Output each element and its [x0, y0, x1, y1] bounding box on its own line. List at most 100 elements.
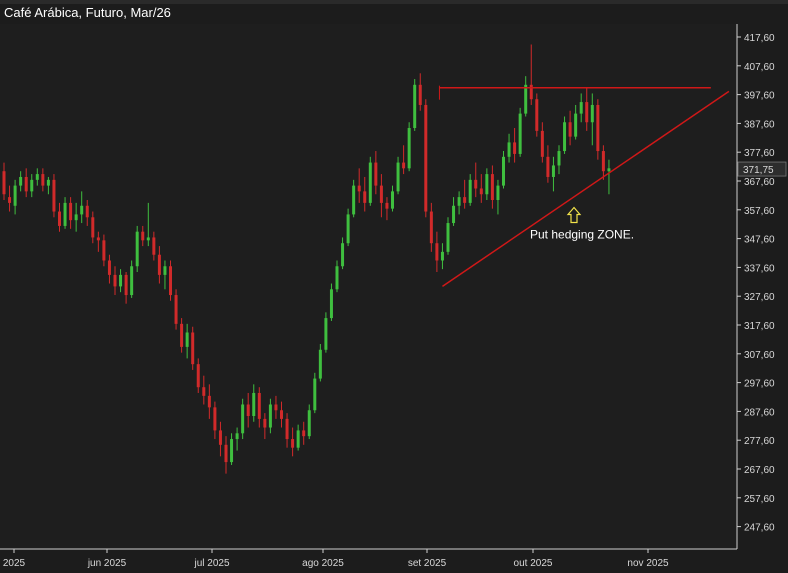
candle-body	[41, 174, 45, 186]
candle-body	[341, 243, 345, 267]
candle-body	[413, 84, 417, 129]
candle-body	[379, 185, 383, 203]
candle-body	[363, 191, 367, 203]
candle-body	[485, 174, 489, 195]
candle-body	[557, 151, 561, 166]
candle-body	[307, 410, 311, 437]
y-tick-label: 257,60	[744, 494, 775, 505]
candle-body	[452, 205, 456, 224]
candle-body	[396, 162, 400, 192]
candle-body	[102, 240, 106, 261]
y-tick-label: 307,60	[744, 350, 775, 361]
y-tick-label: 367,60	[744, 177, 775, 188]
candle-body	[207, 395, 211, 408]
candle-body	[13, 185, 17, 206]
y-tick-label: 337,60	[744, 263, 775, 274]
y-tick-label: 287,60	[744, 407, 775, 418]
hedging-arrow-icon	[566, 206, 582, 224]
candle-body	[69, 202, 73, 221]
candle-body	[479, 188, 483, 195]
candle-body	[163, 266, 167, 275]
x-tick-label: 2025	[3, 558, 26, 569]
candle-body	[274, 404, 278, 411]
candle-body	[402, 162, 406, 169]
candle-body	[291, 439, 295, 448]
candle-body	[302, 430, 306, 437]
candle-body	[551, 165, 555, 177]
candle-body	[502, 156, 505, 186]
candle-body	[513, 142, 517, 154]
candle-body	[574, 113, 578, 137]
candle-body	[35, 174, 39, 180]
candle-body	[2, 171, 6, 195]
candle-body	[58, 211, 61, 226]
candle-body	[424, 104, 428, 212]
candle-body	[257, 392, 261, 419]
candle-body	[346, 214, 350, 244]
candle-body	[535, 99, 539, 131]
candle-body	[490, 174, 494, 201]
candle-body	[418, 84, 422, 105]
candle-body	[119, 274, 123, 287]
candle-body	[85, 205, 89, 218]
candle-body	[96, 237, 100, 241]
last-price-label: 371,75	[743, 165, 774, 176]
y-tick-label: 397,60	[744, 91, 775, 102]
candle-body	[30, 179, 34, 192]
x-tick-label: out 2025	[514, 558, 553, 569]
candle-body	[440, 251, 444, 261]
candle-body	[19, 176, 23, 186]
y-tick-label: 297,60	[744, 379, 775, 390]
y-tick-label: 277,60	[744, 436, 775, 447]
candle-body	[74, 214, 78, 221]
y-tick-label: 317,60	[744, 321, 775, 332]
candle-body	[540, 130, 544, 157]
candle-body	[579, 102, 583, 114]
candle-body	[391, 191, 394, 209]
candle-body	[468, 179, 472, 203]
y-tick-label: 267,60	[744, 465, 775, 476]
y-tick-label: 357,60	[744, 206, 775, 217]
candle-body	[507, 142, 511, 157]
y-tick-label: 407,60	[744, 62, 775, 73]
hedging-zone-label: Put hedging ZONE.	[530, 228, 634, 242]
candle-body	[524, 84, 528, 114]
candle-body	[246, 404, 250, 417]
candle-body	[152, 237, 156, 255]
candle-body	[196, 364, 200, 388]
candle-body	[224, 444, 228, 463]
candle-body	[546, 156, 550, 177]
candle-body	[263, 418, 267, 428]
candle-body	[357, 185, 361, 192]
candle-body	[324, 318, 328, 350]
candle-body	[252, 392, 256, 417]
candle-body	[568, 122, 572, 137]
candle-body	[185, 332, 189, 347]
candle-body	[113, 274, 117, 287]
x-tick-label: jul 2025	[193, 558, 229, 569]
x-tick-label: set 2025	[408, 558, 447, 569]
candle-body	[585, 102, 589, 123]
candle-body	[407, 128, 411, 169]
candle-body	[385, 202, 389, 209]
candle-body	[235, 433, 239, 440]
y-tick-label: 377,60	[744, 148, 775, 159]
candle-body	[230, 439, 234, 463]
candle-body	[446, 223, 450, 252]
candle-body	[191, 332, 195, 365]
candle-body	[241, 404, 245, 434]
candle-body	[607, 168, 611, 172]
candle-body	[141, 231, 145, 241]
candle-body	[107, 260, 111, 275]
candle-body	[169, 266, 172, 296]
candle-body	[63, 202, 67, 226]
candle-body	[368, 162, 372, 203]
candle-body	[46, 179, 50, 186]
candle-body	[180, 323, 184, 347]
candle-body	[601, 151, 605, 172]
candle-body	[429, 211, 433, 244]
x-tick-label: nov 2025	[627, 558, 669, 569]
candle-body	[218, 430, 222, 445]
candle-body	[496, 185, 500, 201]
candlestick-chart[interactable]: 417,60 407,60 397,60 387,60 377,60 367,60 357,…	[0, 0, 788, 573]
